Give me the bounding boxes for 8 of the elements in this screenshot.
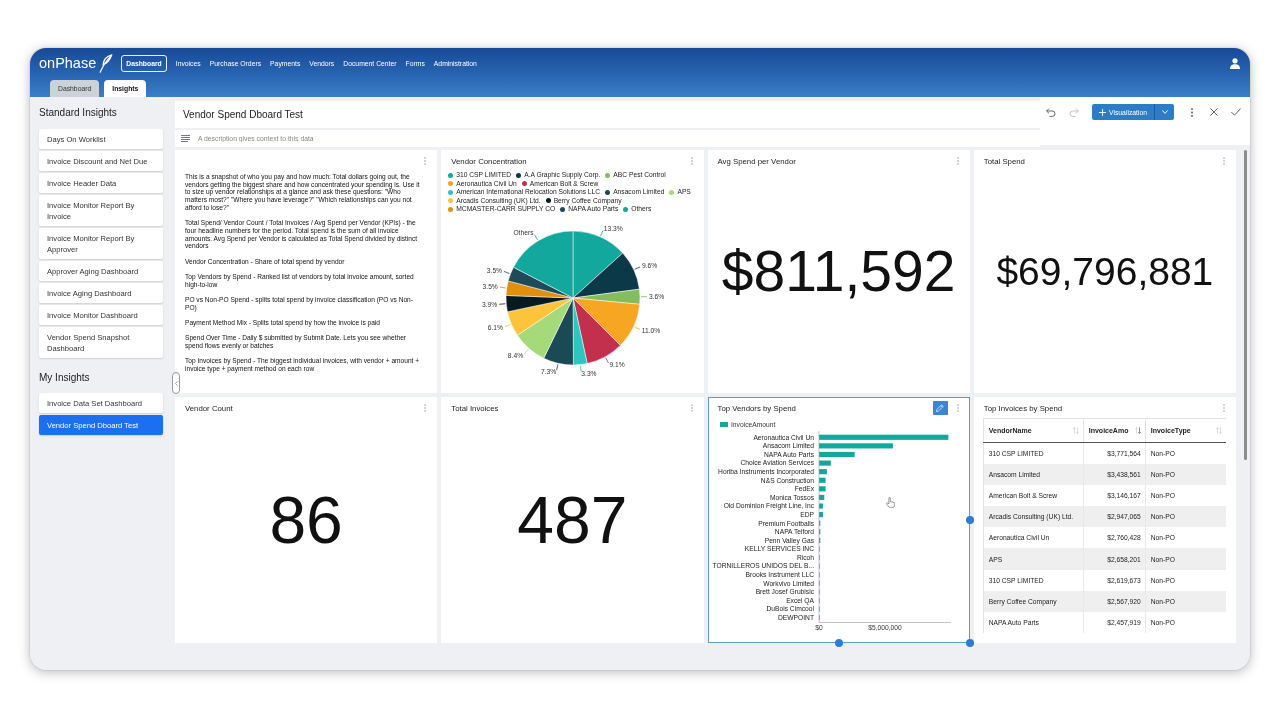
kpi-value: $811,592 (721, 243, 956, 300)
dashboard-title: Vendor Spend Dboard Test (183, 109, 303, 120)
section-title: My Insights (39, 372, 91, 384)
section-title: Standard Insights (39, 107, 118, 119)
kpi-value: 86 (269, 487, 343, 553)
kpi-value: 487 (517, 487, 628, 553)
kpi-value: $69,796,881 (996, 252, 1214, 291)
logo-text: onPhase (39, 55, 97, 71)
